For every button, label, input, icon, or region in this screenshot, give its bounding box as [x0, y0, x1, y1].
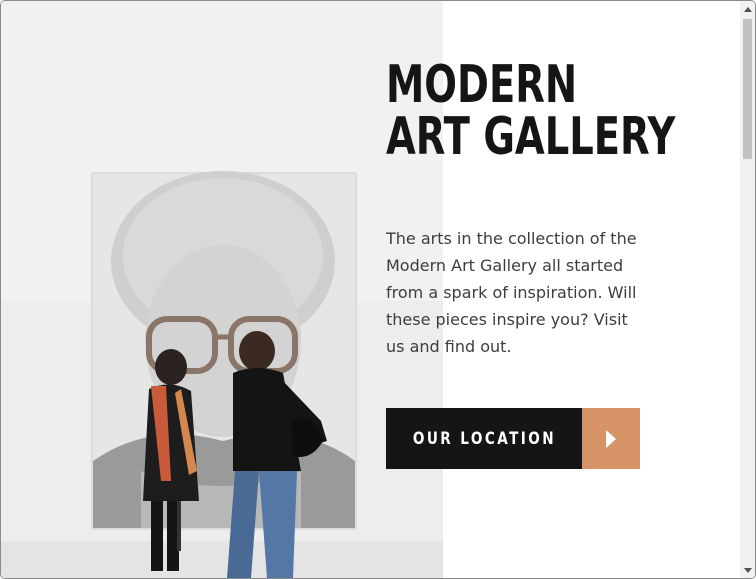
cta-arrow-box[interactable] [582, 408, 640, 469]
our-location-label-area[interactable]: OUR LOCATION [386, 408, 582, 469]
scrollbar-thumb[interactable] [743, 19, 752, 159]
vertical-scrollbar[interactable] [740, 1, 755, 578]
scroll-down-arrow[interactable] [740, 562, 755, 578]
our-location-label: OUR LOCATION [412, 428, 556, 449]
page-window: MODERN ART GALLERY The arts in the colle… [0, 0, 756, 579]
gallery-photo [1, 1, 443, 578]
our-location-button[interactable]: OUR LOCATION [386, 408, 640, 469]
hero-content: MODERN ART GALLERY The arts in the colle… [386, 55, 716, 469]
chevron-right-icon [606, 429, 616, 448]
triangle-down-icon [743, 567, 752, 573]
title-line-2: ART GALLERY [386, 107, 676, 167]
gallery-visitors-illustration [1, 1, 443, 578]
scroll-up-arrow[interactable] [740, 1, 755, 17]
hero-description: The arts in the collection of the Modern… [386, 229, 637, 356]
title-line-1: MODERN [386, 55, 578, 115]
page-title: MODERN ART GALLERY [386, 55, 676, 167]
triangle-up-icon [743, 6, 752, 12]
